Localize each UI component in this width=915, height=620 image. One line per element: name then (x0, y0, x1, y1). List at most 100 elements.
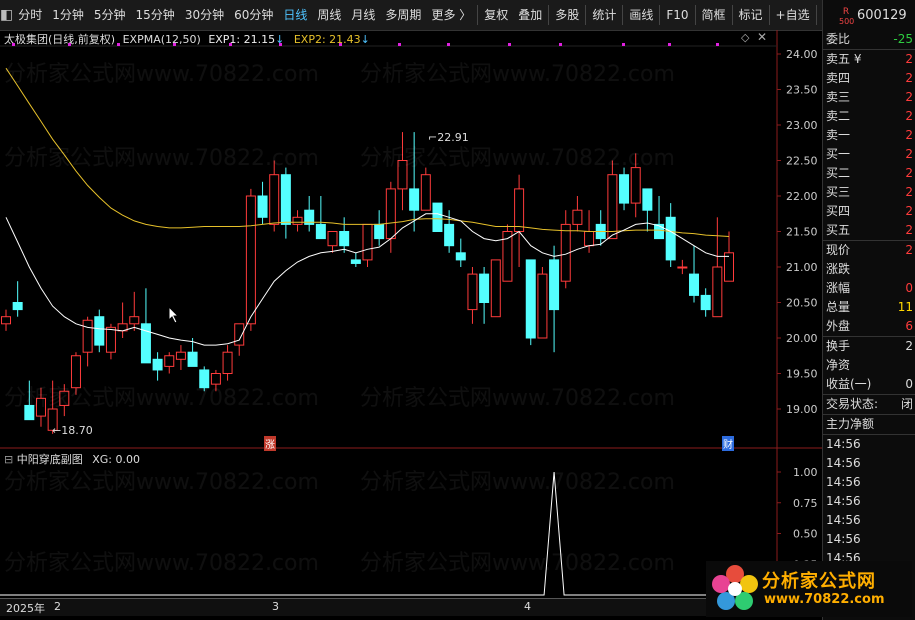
quote-row-value: -25 (893, 32, 913, 46)
quote-row[interactable]: 卖五 ¥ 2 (823, 49, 915, 69)
quote-row[interactable]: 买二 2 (823, 164, 915, 183)
candle-body (665, 216, 676, 261)
quote-row[interactable]: 卖四 2 (823, 69, 915, 88)
candle-body (129, 316, 140, 325)
y-tick-label: 21.50 (786, 226, 818, 239)
quote-row[interactable]: 卖一 2 (823, 126, 915, 145)
candle-body (12, 302, 23, 311)
quote-row-label: 买五 (826, 223, 851, 237)
candle-body (327, 231, 338, 247)
sub-y-tick-label: 0.75 (793, 497, 818, 510)
quote-row[interactable]: 买一 2 (823, 145, 915, 164)
quote-row[interactable]: 交易状态: 闭 (823, 394, 915, 414)
stock-code: 600129 (857, 8, 907, 23)
candle-body (455, 252, 466, 261)
quote-row-label: 卖二 (826, 109, 851, 123)
quote-row-label: 现价 (826, 243, 851, 257)
event-marker-cai[interactable]: 财 (722, 436, 734, 451)
candle-body (689, 273, 700, 296)
quote-row[interactable]: 卖二 2 (823, 107, 915, 126)
site-logo: 分析家公式网 www.70822.com (706, 561, 912, 617)
xg-value: XG: 0.00 (92, 453, 140, 466)
tick-time: 14:56 (826, 475, 861, 489)
y-tick-label: 23.00 (786, 119, 818, 132)
quote-row-label: 买二 (826, 166, 851, 180)
y-tick-label: 23.50 (786, 84, 818, 97)
candle-body (374, 223, 385, 240)
quote-row[interactable]: 换手 2 (823, 336, 915, 356)
period-marker (12, 43, 15, 46)
quote-row[interactable]: 主力净额 (823, 414, 915, 434)
candle-body (280, 174, 291, 225)
quote-header: R 500 600129 (823, 0, 915, 30)
candle-body (514, 188, 525, 232)
quote-row[interactable]: 外盘 6 (823, 317, 915, 336)
candle-body (24, 404, 35, 421)
quote-row[interactable]: 委比 -25 (823, 30, 915, 49)
quote-row-label: 涨跌 (826, 262, 851, 276)
quote-row[interactable]: 涨幅 0 (823, 279, 915, 298)
candle-body (339, 231, 350, 247)
kline-chart[interactable]: 24.00 23.50 23.00 22.50 22.00 21.50 21.00 20.50… (0, 0, 822, 598)
candle-body (572, 209, 583, 225)
quote-row-value: 2 (905, 71, 913, 85)
quote-row[interactable]: 卖三 2 (823, 88, 915, 107)
candle-body (409, 188, 420, 211)
quote-row-label: 买三 (826, 185, 851, 199)
logo-url: www.70822.com (764, 592, 885, 607)
low-annotation: ←18.70 (52, 424, 93, 437)
candle-body (187, 351, 198, 367)
candle-body (385, 188, 396, 240)
quote-row-label: 卖三 (826, 90, 851, 104)
flower-logo-icon (712, 565, 758, 610)
y-tick-label: 22.50 (786, 155, 818, 168)
quote-row[interactable]: 净资 (823, 356, 915, 375)
sub-chart-icon[interactable]: ⊟ (4, 453, 13, 466)
candle-body (537, 273, 548, 339)
candle-body (444, 223, 455, 247)
quote-row[interactable]: 收益(一) 0 (823, 375, 915, 394)
quote-row[interactable]: 买三 2 (823, 183, 915, 202)
candle-body (700, 294, 711, 311)
candle-body (420, 174, 431, 211)
candle-body (432, 202, 443, 233)
period-marker (398, 43, 401, 46)
quote-row-value: 2 (905, 90, 913, 104)
candle-body (164, 355, 175, 367)
sub-chart-title: ⊟ 中阳穿底副图 XG: 0.00 (4, 451, 140, 467)
quote-row[interactable]: 涨跌 (823, 260, 915, 279)
candle-body (350, 259, 361, 264)
quote-row[interactable]: 现价 2 (823, 240, 915, 260)
high-annotation: ⌐22.91 (428, 131, 469, 144)
candle-body (654, 223, 665, 240)
tick-list: 14:56 14:56 14:56 14:56 14:56 14:56 14:56 (823, 434, 915, 568)
date-label-apr: 4 (524, 600, 531, 613)
quote-row-label: 卖四 (826, 71, 851, 85)
candle-body (479, 273, 490, 304)
candle-body (292, 216, 303, 225)
quote-row-value: 2 (905, 128, 913, 142)
date-label-mar: 3 (272, 600, 279, 613)
quote-row[interactable]: 总量 11 (823, 298, 915, 317)
quote-row-value: 2 (905, 243, 913, 257)
tick-time: 14:56 (826, 532, 861, 546)
tick-time: 14:56 (826, 437, 861, 451)
candle-body (245, 195, 256, 325)
quote-row-label: 买一 (826, 147, 851, 161)
date-axis: 2025年 2 3 4 (0, 598, 822, 616)
y-tick-label: 24.00 (786, 48, 818, 61)
candle-body (269, 174, 280, 225)
quote-row[interactable]: 买四 2 (823, 202, 915, 221)
candle-body (397, 160, 408, 190)
quote-row-label: 委比 (826, 32, 851, 46)
candle-body (70, 355, 81, 389)
quote-row-value: 闭 (900, 397, 913, 411)
event-marker-zhang[interactable]: 涨 (264, 436, 276, 451)
tick-time: 14:56 (826, 456, 861, 470)
y-tick-label: 19.00 (786, 403, 818, 416)
stock-badge: R 500 (839, 7, 855, 27)
quote-row-value: 2 (905, 185, 913, 199)
quote-row-value: 6 (905, 319, 913, 333)
quote-row[interactable]: 买五 2 (823, 221, 915, 240)
period-marker (173, 43, 176, 46)
